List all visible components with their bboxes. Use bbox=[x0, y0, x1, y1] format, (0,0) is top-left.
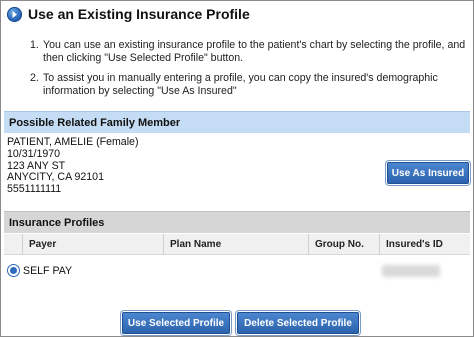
instruction-text: To assist you in manually entering a pro… bbox=[43, 72, 438, 97]
instruction-item: 2. To assist you in manually entering a … bbox=[30, 72, 466, 97]
column-header-group-no: Group No. bbox=[308, 234, 379, 254]
arrow-right-circle-icon bbox=[7, 6, 22, 22]
column-header-insured-id: Insured's ID bbox=[379, 234, 470, 254]
instructions-list: 1. You can use an existing insurance pro… bbox=[30, 39, 466, 105]
radio-selected-dot bbox=[10, 267, 17, 274]
family-member-phone: 5551111111 bbox=[7, 183, 62, 196]
dialog-title-row: Use an Existing Insurance Profile bbox=[7, 6, 250, 22]
delete-selected-profile-button[interactable]: Delete Selected Profile bbox=[237, 312, 359, 334]
insured-id-redacted bbox=[382, 265, 440, 277]
instruction-number: 1. bbox=[30, 39, 39, 51]
instruction-text: You can use an existing insurance profil… bbox=[43, 39, 466, 64]
insurance-profiles-header: Insurance Profiles bbox=[4, 211, 470, 233]
column-header-payer: Payer bbox=[22, 234, 163, 254]
column-header-plan-name: Plan Name bbox=[163, 234, 308, 254]
use-selected-profile-button[interactable]: Use Selected Profile bbox=[122, 312, 230, 334]
family-member-info: PATIENT, AMELIE (Female) 10/31/1970 123 … bbox=[7, 136, 138, 196]
instruction-number: 2. bbox=[30, 72, 39, 84]
profile-radio-button[interactable] bbox=[7, 264, 20, 277]
payer-cell: SELF PAY bbox=[23, 265, 73, 277]
use-as-insured-button[interactable]: Use As Insured bbox=[387, 162, 469, 184]
select-column-header bbox=[4, 234, 22, 254]
dialog-title: Use an Existing Insurance Profile bbox=[28, 6, 250, 22]
family-member-dob: 10/31/1970 bbox=[7, 147, 61, 160]
instruction-item: 1. You can use an existing insurance pro… bbox=[30, 39, 466, 64]
insurance-profile-dialog: Use an Existing Insurance Profile 1. You… bbox=[0, 0, 474, 337]
family-member-header: Possible Related Family Member bbox=[4, 111, 470, 133]
table-row[interactable]: SELF PAY bbox=[4, 261, 470, 281]
profiles-table-header: Payer Plan Name Group No. Insured's ID bbox=[4, 234, 470, 255]
